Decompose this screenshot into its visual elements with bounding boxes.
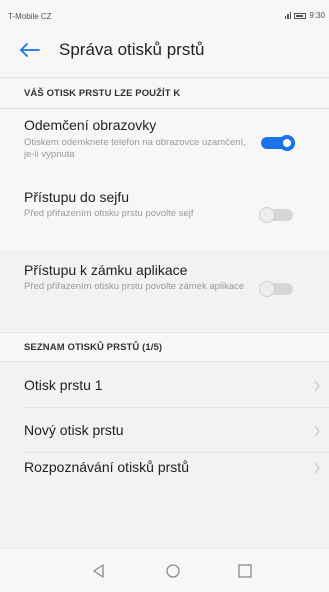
safe-access-toggle[interactable] bbox=[259, 207, 293, 223]
screen-unlock-toggle[interactable] bbox=[261, 135, 295, 151]
list-item-fingerprint-recognition[interactable]: Rozpoznávání otisků prstů bbox=[0, 453, 329, 497]
list-item-description: Před přiřazením otisku prstu povolte sej… bbox=[24, 208, 194, 219]
section-header-fingerprint-list: SEZNAM OTISKŮ PRSTŮ (1/5) bbox=[0, 332, 329, 362]
status-bar: T-Mobile CZ 9:30 bbox=[0, 0, 329, 22]
arrow-back-icon[interactable] bbox=[20, 43, 40, 57]
list-item-label: Rozpoznávání otisků prstů bbox=[24, 459, 189, 475]
clock: 9:30 bbox=[309, 11, 325, 20]
list-item-fingerprint-1[interactable]: Otisk prstu 1 bbox=[0, 363, 329, 407]
chevron-right-icon bbox=[314, 380, 320, 392]
list-item-label: Přístupu do sejfu bbox=[24, 189, 130, 205]
list-item-screen-unlock[interactable]: Odemčení obrazovky Otiskem odemknete tel… bbox=[0, 110, 329, 170]
home-circle-icon[interactable] bbox=[163, 561, 183, 581]
recents-square-icon[interactable] bbox=[235, 561, 255, 581]
section-header-usage: VÁŠ OTISK PRSTU LZE POUŽÍT K bbox=[0, 79, 329, 109]
list-item-new-fingerprint[interactable]: Nový otisk prstu bbox=[0, 408, 329, 452]
battery-icon bbox=[294, 12, 307, 19]
list-item-label: Otisk prstu 1 bbox=[24, 377, 103, 393]
page-title: Správa otisků prstů bbox=[59, 40, 205, 59]
list-item-label: Nový otisk prstu bbox=[24, 422, 124, 438]
list-item-safe-access[interactable]: Přístupu do sejfu Před přiřazením otisku… bbox=[0, 185, 329, 245]
app-lock-toggle[interactable] bbox=[259, 281, 293, 297]
list-item-app-lock[interactable]: Přístupu k zámku aplikace Před přiřazení… bbox=[0, 258, 329, 318]
list-item-label: Odemčení obrazovky bbox=[24, 117, 157, 133]
back-triangle-icon[interactable] bbox=[89, 561, 109, 581]
signal-icon bbox=[284, 12, 292, 19]
carrier-name: T-Mobile CZ bbox=[8, 12, 52, 21]
status-icons: 9:30 bbox=[284, 11, 325, 20]
navigation-bar bbox=[0, 548, 329, 592]
chevron-right-icon bbox=[314, 425, 320, 437]
list-item-description: Před přiřazením otisku prstu povolte zám… bbox=[24, 281, 245, 292]
list-item-description: Otiskem odemknete telefon na obrazovce u… bbox=[24, 137, 246, 160]
list-item-label: Přístupu k zámku aplikace bbox=[24, 262, 188, 278]
chevron-right-icon bbox=[314, 462, 320, 474]
app-bar: Správa otisků prstů bbox=[0, 22, 329, 78]
